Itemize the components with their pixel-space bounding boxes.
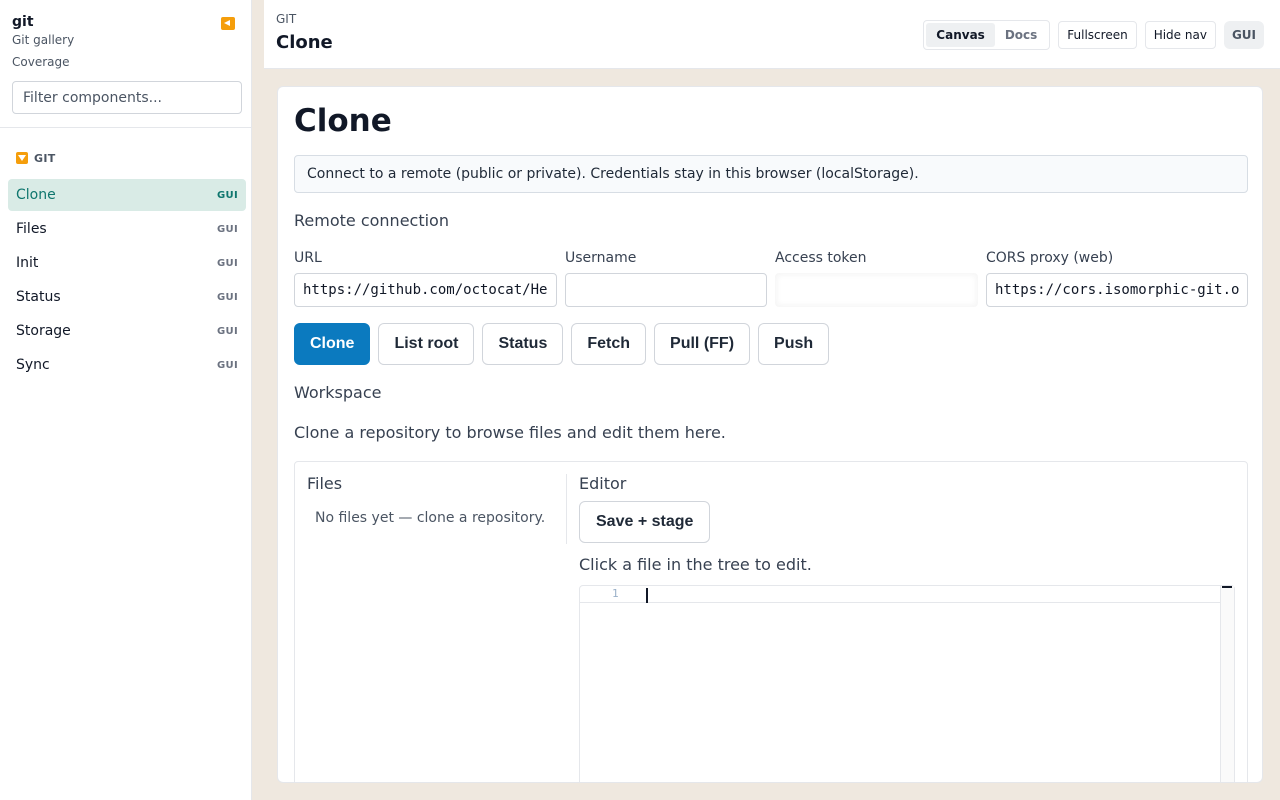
sidebar-item-label: Storage	[16, 323, 71, 339]
group-header-git[interactable]: GIT	[0, 128, 251, 168]
files-pane: Files No files yet — clone a repository.	[307, 474, 567, 526]
fullscreen-button[interactable]: Fullscreen	[1058, 21, 1137, 49]
cors-proxy-input[interactable]	[986, 273, 1248, 307]
code-editor[interactable]: 1	[579, 585, 1235, 782]
text-caret	[646, 588, 648, 603]
component-canvas: Clone Connect to a remote (public or pri…	[277, 86, 1263, 783]
access-token-input[interactable]	[775, 273, 978, 307]
app-subtitle: Git gallery	[12, 33, 75, 47]
fetch-button[interactable]: Fetch	[571, 323, 647, 365]
sidebar-item-status[interactable]: Status GUI	[8, 281, 246, 313]
gui-badge: GUI	[217, 359, 238, 371]
info-banner: Connect to a remote (public or private).…	[294, 155, 1248, 193]
hide-nav-button[interactable]: Hide nav	[1144, 21, 1216, 49]
sidebar-item-init[interactable]: Init GUI	[8, 247, 246, 279]
coverage-link[interactable]: Coverage	[12, 54, 239, 70]
remote-connection-title: Remote connection	[294, 211, 449, 230]
push-button[interactable]: Push	[758, 323, 830, 365]
collapse-sidebar-icon[interactable]	[221, 17, 235, 30]
top-bar: GIT Clone Canvas Docs Fullscreen Hide na…	[264, 0, 1280, 69]
chevron-down-icon	[16, 152, 28, 164]
gui-badge: GUI	[217, 325, 238, 337]
files-title: Files	[307, 474, 343, 493]
sidebar: git Git gallery Coverage GIT Clone GUI F…	[0, 0, 252, 800]
pane-divider	[566, 474, 567, 544]
sidebar-item-label: Files	[16, 221, 47, 237]
breadcrumb: GIT	[276, 12, 297, 26]
gui-badge: GUI	[217, 223, 238, 235]
canvas-tab[interactable]: Canvas	[926, 23, 995, 47]
group-label: GIT	[34, 151, 56, 165]
sidebar-item-files[interactable]: Files GUI	[8, 213, 246, 245]
pull-ff-button[interactable]: Pull (FF)	[654, 323, 751, 365]
sidebar-item-label: Status	[16, 289, 61, 305]
line-number: 1	[612, 587, 619, 600]
list-root-button[interactable]: List root	[378, 323, 475, 365]
workspace-title: Workspace	[294, 383, 382, 402]
gui-badge: GUI	[217, 189, 238, 201]
sidebar-item-storage[interactable]: Storage GUI	[8, 315, 246, 347]
editor-pane: Editor Save + stage Click a file in the …	[579, 474, 1235, 782]
url-input[interactable]	[294, 273, 557, 307]
sidebar-item-label: Init	[16, 255, 39, 271]
access-token-label: Access token	[775, 250, 867, 266]
sidebar-item-clone[interactable]: Clone GUI	[8, 179, 246, 211]
files-empty-state: No files yet — clone a repository.	[315, 510, 546, 526]
username-label: Username	[565, 250, 637, 266]
workspace-hint: Clone a repository to browse files and e…	[294, 423, 726, 442]
sidebar-item-sync[interactable]: Sync GUI	[8, 349, 246, 381]
page-title: Clone	[276, 32, 333, 53]
url-label: URL	[294, 250, 322, 266]
sidebar-item-label: Clone	[16, 187, 56, 203]
component-heading: Clone	[294, 103, 392, 139]
top-actions: Canvas Docs Fullscreen Hide nav GUI	[923, 20, 1264, 50]
username-input[interactable]	[565, 273, 767, 307]
sidebar-items: Clone GUI Files GUI Init GUI Status GUI …	[0, 179, 251, 381]
editor-scrollbar[interactable]	[1220, 586, 1234, 782]
app-title: git	[12, 14, 34, 30]
editor-hint: Click a file in the tree to edit.	[579, 555, 812, 574]
gui-badge: GUI	[217, 257, 238, 269]
status-button[interactable]: Status	[482, 323, 564, 365]
filter-components-input[interactable]	[12, 81, 242, 114]
active-line: 1	[580, 586, 1220, 603]
editor-title: Editor	[579, 474, 627, 493]
docs-tab[interactable]: Docs	[995, 23, 1047, 47]
workspace-panel: Files No files yet — clone a repository.…	[294, 461, 1248, 782]
sidebar-header: git Git gallery Coverage	[0, 0, 251, 70]
cors-proxy-label: CORS proxy (web)	[986, 250, 1114, 266]
save-stage-button[interactable]: Save + stage	[579, 501, 711, 543]
sidebar-item-label: Sync	[16, 357, 50, 373]
gui-badge: GUI	[1223, 21, 1264, 49]
action-buttons: Clone List root Status Fetch Pull (FF) P…	[294, 323, 830, 365]
gui-badge: GUI	[217, 291, 238, 303]
clone-button[interactable]: Clone	[294, 323, 371, 365]
view-toggle: Canvas Docs	[923, 20, 1051, 50]
